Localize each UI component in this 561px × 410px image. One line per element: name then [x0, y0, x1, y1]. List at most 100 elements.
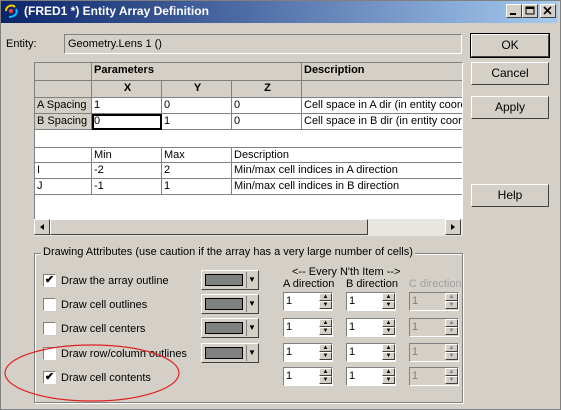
spin-up-icon[interactable]: ▲	[319, 368, 332, 376]
j-min-cell[interactable]: -1	[92, 179, 162, 195]
spinner-value[interactable]: 1	[286, 370, 292, 382]
spin-down-icon: ▼	[445, 327, 458, 335]
dropdown-arrow-icon[interactable]: ▼	[246, 296, 257, 312]
description-header: Description	[302, 63, 462, 81]
spin-up-icon[interactable]: ▲	[382, 368, 395, 376]
color-picker-1[interactable]: ▼	[201, 294, 259, 314]
app-icon	[5, 4, 18, 18]
row-header-j: J	[35, 179, 92, 195]
a-direction-spinner-3[interactable]: 1 ▲ ▼	[283, 367, 333, 386]
spin-down-icon[interactable]: ▼	[382, 301, 395, 309]
j-max-cell[interactable]: 1	[162, 179, 232, 195]
scroll-right-button[interactable]	[445, 219, 461, 235]
color-picker-2[interactable]: ▼	[201, 318, 259, 338]
option-label-1[interactable]: Draw cell outlines	[61, 299, 147, 311]
b-direction-spinner-3[interactable]: 1 ▲ ▼	[346, 367, 396, 386]
spinner-value[interactable]: 1	[349, 295, 355, 307]
spinner-buttons: ▲ ▼	[382, 293, 395, 310]
maximize-icon	[525, 6, 535, 15]
spin-down-icon[interactable]: ▼	[319, 301, 332, 309]
spin-up-icon[interactable]: ▲	[319, 344, 332, 352]
max-header: Max	[162, 148, 232, 163]
spinner-value[interactable]: 1	[286, 346, 292, 358]
option-checkbox-1[interactable]	[43, 298, 56, 311]
help-button[interactable]: Help	[471, 184, 549, 207]
spin-up-icon[interactable]: ▲	[382, 293, 395, 301]
minimize-icon	[510, 13, 516, 15]
b-spacing-z-cell[interactable]: 0	[232, 114, 302, 130]
col-header-z: Z	[232, 81, 302, 98]
grid-corner-2	[35, 81, 92, 98]
b-direction-spinner-2[interactable]: 1 ▲ ▼	[346, 343, 396, 362]
spin-up-icon[interactable]: ▲	[382, 344, 395, 352]
a-spacing-z-cell[interactable]: 0	[232, 98, 302, 114]
ok-button[interactable]: OK	[470, 33, 550, 58]
spinner-value[interactable]: 1	[349, 321, 355, 333]
apply-button[interactable]: Apply	[471, 96, 549, 119]
maximize-button[interactable]	[522, 4, 538, 18]
spinner-value[interactable]: 1	[349, 346, 355, 358]
spin-down-icon[interactable]: ▼	[319, 376, 332, 384]
a-direction-spinner-2[interactable]: 1 ▲ ▼	[283, 343, 333, 362]
spin-down-icon[interactable]: ▼	[382, 327, 395, 335]
spinner-value: 1	[412, 370, 419, 382]
option-checkbox-2[interactable]	[43, 322, 56, 335]
b-spacing-y-cell[interactable]: 1	[162, 114, 232, 130]
i-description: Min/max cell indices in A direction	[232, 163, 462, 179]
parameter-grid[interactable]: Parameters Description X Y Z A Spacing 1…	[34, 62, 463, 236]
a-spacing-description: Cell space in A dir (in entity coord	[302, 98, 462, 114]
dropdown-arrow-icon[interactable]: ▼	[246, 320, 257, 336]
close-icon	[543, 6, 552, 15]
scroll-left-button[interactable]	[34, 219, 50, 235]
row-header-a-spacing: A Spacing	[35, 98, 92, 114]
cancel-button[interactable]: Cancel	[471, 62, 549, 85]
b-spacing-x-cell[interactable]: 0	[92, 114, 162, 130]
close-button[interactable]	[540, 4, 556, 18]
b-direction-spinner-1[interactable]: 1 ▲ ▼	[346, 318, 396, 337]
color-picker-0[interactable]: ▼	[201, 270, 259, 290]
arrow-right-icon	[451, 224, 455, 230]
spin-down-icon[interactable]: ▼	[382, 376, 395, 384]
col-header-y: Y	[162, 81, 232, 98]
highlight-ellipse	[4, 344, 180, 402]
window-title: (FRED1 *) Entity Array Definition	[24, 4, 209, 18]
color-swatch	[205, 298, 243, 310]
spinner-buttons: ▲ ▼	[382, 368, 395, 385]
dropdown-arrow-icon[interactable]: ▼	[246, 345, 257, 361]
spin-up-icon: ▲	[445, 293, 458, 301]
option-label-0[interactable]: Draw the array outline	[61, 275, 169, 287]
spin-down-icon[interactable]: ▼	[319, 352, 332, 360]
spin-down-icon: ▼	[445, 301, 458, 309]
option-label-2[interactable]: Draw cell centers	[61, 323, 145, 335]
spin-up-icon[interactable]: ▲	[382, 319, 395, 327]
i-min-cell[interactable]: -2	[92, 163, 162, 179]
i-max-cell[interactable]: 2	[162, 163, 232, 179]
a-direction-spinner-1[interactable]: 1 ▲ ▼	[283, 318, 333, 337]
spinner-buttons: ▲ ▼	[445, 368, 458, 385]
color-picker-3[interactable]: ▼	[201, 343, 259, 363]
minimize-button[interactable]	[506, 4, 522, 18]
spin-down-icon: ▼	[445, 376, 458, 384]
option-checkbox-0[interactable]: ✔	[43, 274, 56, 287]
c-direction-spinner-2: 1 ▲ ▼	[409, 343, 459, 362]
spin-up-icon[interactable]: ▲	[319, 319, 332, 327]
c-direction-spinner-0: 1 ▲ ▼	[409, 292, 459, 311]
spinner-buttons: ▲ ▼	[319, 293, 332, 310]
a-spacing-x-cell[interactable]: 1	[92, 98, 162, 114]
spinner-buttons: ▲ ▼	[445, 344, 458, 361]
a-direction-spinner-0[interactable]: 1 ▲ ▼	[283, 292, 333, 311]
dropdown-arrow-icon[interactable]: ▼	[246, 272, 257, 288]
spinner-value[interactable]: 1	[286, 295, 292, 307]
horizontal-scrollbar[interactable]	[34, 219, 463, 236]
spin-down-icon[interactable]: ▼	[319, 327, 332, 335]
spinner-value[interactable]: 1	[349, 370, 355, 382]
b-direction-spinner-0[interactable]: 1 ▲ ▼	[346, 292, 396, 311]
color-swatch	[205, 274, 243, 286]
spinner-value[interactable]: 1	[286, 321, 292, 333]
a-spacing-y-cell[interactable]: 0	[162, 98, 232, 114]
scroll-thumb[interactable]	[50, 219, 368, 235]
spinner-value: 1	[412, 346, 419, 358]
spin-up-icon[interactable]: ▲	[319, 293, 332, 301]
spin-down-icon[interactable]: ▼	[382, 352, 395, 360]
spinner-value: 1	[412, 321, 419, 333]
